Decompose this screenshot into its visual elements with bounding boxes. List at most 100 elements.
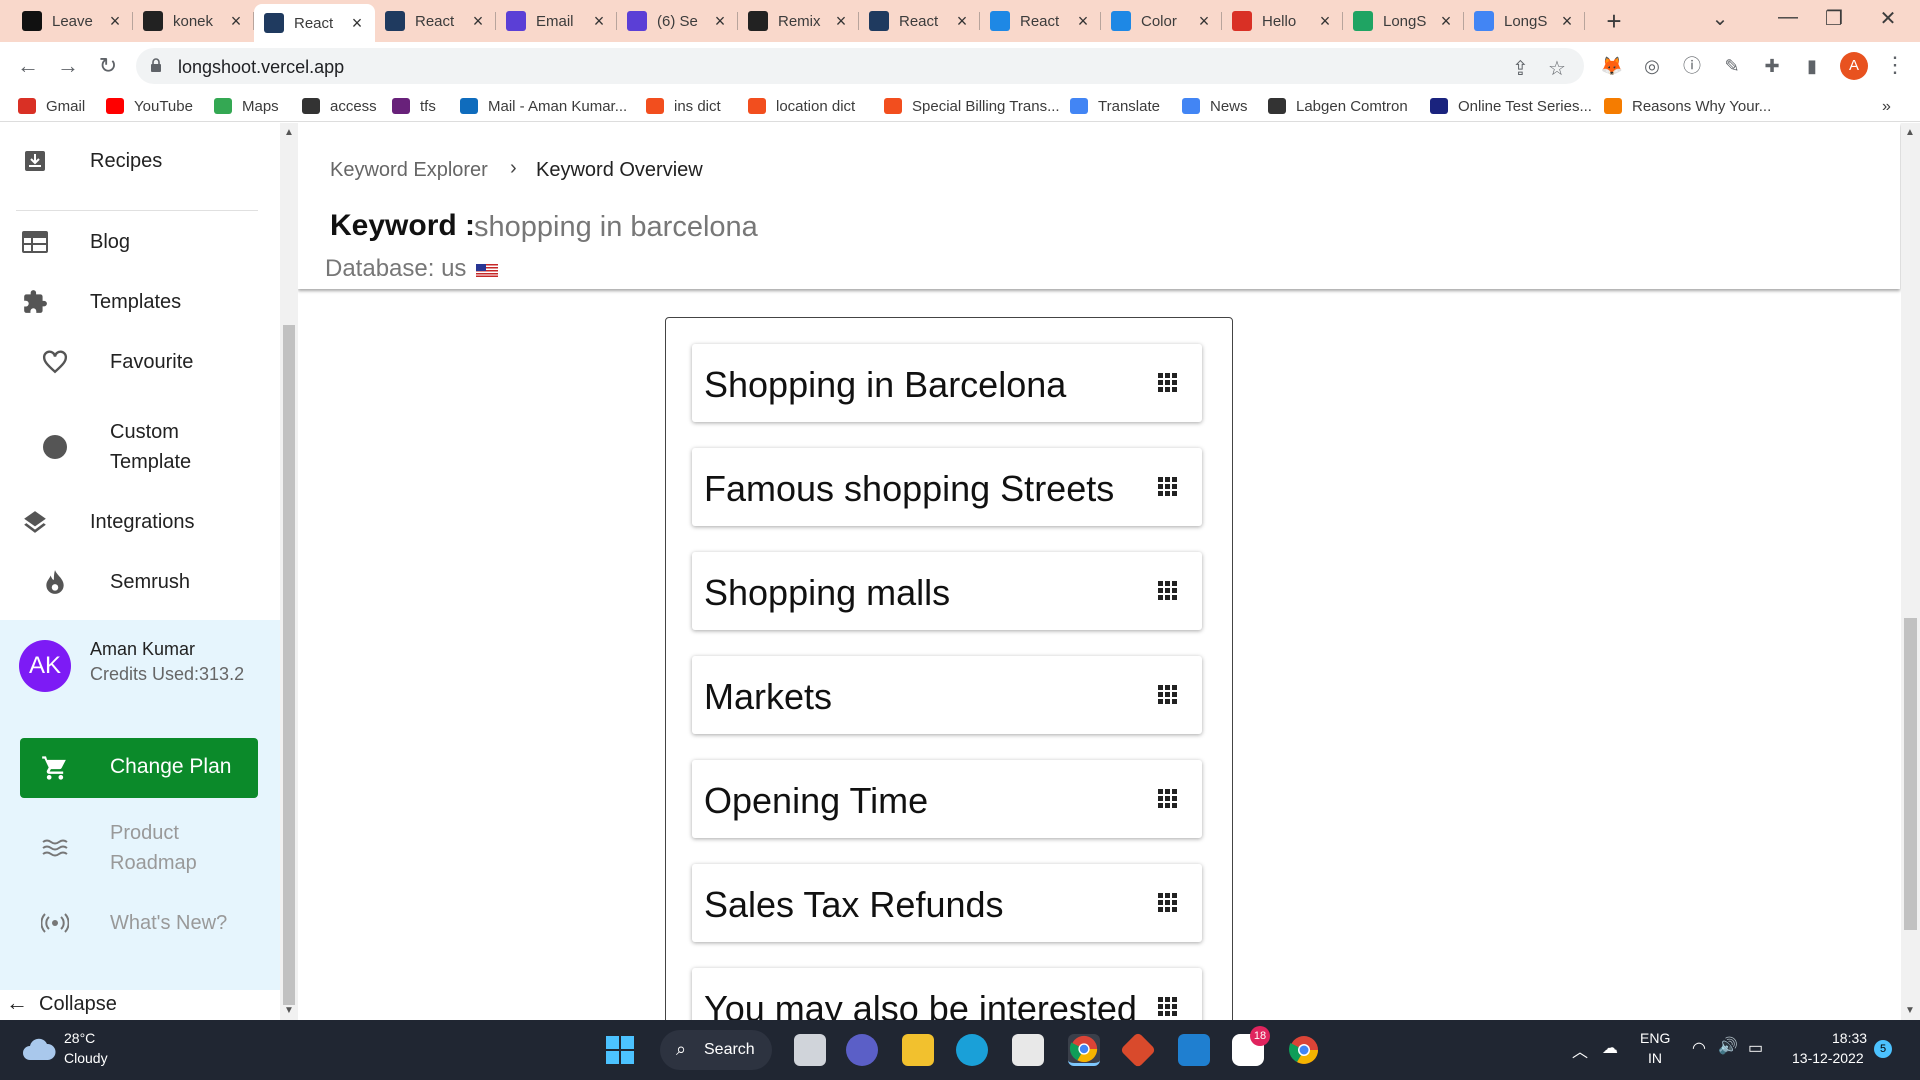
chrome-icon-active[interactable]: [1068, 1034, 1100, 1066]
close-tab-icon[interactable]: ×: [591, 11, 607, 32]
drag-handle-icon[interactable]: [1158, 685, 1178, 705]
close-tab-icon[interactable]: ×: [228, 11, 244, 32]
page-scroll-thumb[interactable]: [1904, 618, 1917, 930]
back-icon[interactable]: ←: [14, 52, 42, 80]
sidebar-item-favourite[interactable]: Favourite: [0, 347, 260, 377]
outline-card-title[interactable]: Sales Tax Refunds: [704, 884, 1004, 926]
close-tab-icon[interactable]: ×: [349, 13, 365, 34]
volume-icon[interactable]: 🔊: [1718, 1036, 1738, 1056]
scroll-up-icon[interactable]: ▲: [1905, 127, 1915, 138]
close-tab-icon[interactable]: ×: [470, 11, 486, 32]
outline-card[interactable]: Famous shopping Streets: [692, 448, 1202, 526]
sidebar-item-blog[interactable]: Blog: [0, 227, 260, 257]
bookmark-item[interactable]: Mail - Aman Kumar...: [460, 96, 627, 116]
address-bar[interactable]: longshoot.vercel.app ⇪ ☆: [136, 48, 1584, 84]
drag-handle-icon[interactable]: [1158, 477, 1178, 497]
task-view-icon[interactable]: [794, 1034, 826, 1066]
forward-icon[interactable]: →: [54, 52, 82, 80]
tab-10[interactable]: Hello ×: [1222, 4, 1343, 38]
scroll-up-icon[interactable]: ▲: [284, 127, 294, 138]
scroll-down-icon[interactable]: ▼: [1905, 1005, 1915, 1016]
bookmark-item[interactable]: ins dict: [646, 96, 721, 116]
metamask-icon[interactable]: 🦊: [1600, 54, 1624, 78]
scroll-down-icon[interactable]: ▼: [284, 1005, 294, 1016]
file-explorer-icon[interactable]: [902, 1034, 934, 1066]
slack-icon[interactable]: 18: [1232, 1026, 1270, 1066]
sidebar-item-integrations[interactable]: Integrations: [0, 507, 260, 537]
vscode-icon[interactable]: [1178, 1034, 1210, 1066]
windows-start-icon[interactable]: [604, 1034, 636, 1066]
sidebar-scroll-thumb[interactable]: [283, 325, 295, 1005]
more-bookmarks-icon[interactable]: »: [1882, 98, 1891, 116]
extension-icon[interactable]: ◎: [1640, 54, 1664, 78]
close-tab-icon[interactable]: ×: [107, 11, 123, 32]
bookmark-item[interactable]: Translate: [1070, 96, 1160, 116]
sidebar-item-semrush[interactable]: Semrush: [0, 567, 260, 597]
tab-8[interactable]: React ×: [980, 4, 1101, 38]
bookmark-item[interactable]: News: [1182, 96, 1248, 116]
bookmark-item[interactable]: Online Test Series...: [1430, 96, 1592, 116]
tab-5[interactable]: (6) Se ×: [617, 4, 738, 38]
bookmark-item[interactable]: Maps: [214, 96, 279, 116]
notification-badge[interactable]: 5: [1874, 1040, 1892, 1058]
edge-icon[interactable]: [956, 1034, 988, 1066]
language-indicator[interactable]: ENG: [1640, 1030, 1670, 1046]
sidebar-scrollbar[interactable]: ▲ ▼: [280, 123, 298, 1020]
tab-9[interactable]: Color ×: [1101, 4, 1222, 38]
page-scrollbar[interactable]: ▲ ▼: [1901, 123, 1920, 1020]
outline-card-title[interactable]: You may also be interested: [704, 988, 1137, 1020]
outline-card-title[interactable]: Opening Time: [704, 780, 928, 822]
eyedropper-icon[interactable]: ✎: [1720, 54, 1744, 78]
outline-card-title[interactable]: Markets: [704, 676, 832, 718]
close-tab-icon[interactable]: ×: [1196, 11, 1212, 32]
close-window-button[interactable]: ✕: [1868, 6, 1908, 31]
wifi-icon[interactable]: ◠: [1692, 1038, 1706, 1058]
sidebar-item-recipes[interactable]: Recipes: [0, 146, 260, 176]
sidebar-item-whats-new[interactable]: What's New?: [0, 908, 260, 938]
taskbar-search[interactable]: ⌕ Search: [660, 1030, 772, 1070]
close-tab-icon[interactable]: ×: [1438, 11, 1454, 32]
bookmark-item[interactable]: tfs: [392, 96, 436, 116]
clock-time[interactable]: 18:33: [1832, 1030, 1867, 1046]
close-tab-icon[interactable]: ×: [1317, 11, 1333, 32]
weather-description[interactable]: Cloudy: [64, 1050, 108, 1066]
tab-2[interactable]: React ×: [254, 4, 375, 42]
collapse-button[interactable]: ← Collapse: [0, 990, 280, 1020]
bookmark-item[interactable]: Reasons Why Your...: [1604, 96, 1771, 116]
bookmark-item[interactable]: YouTube: [106, 96, 193, 116]
outline-card-title[interactable]: Famous shopping Streets: [704, 468, 1114, 510]
change-plan-button[interactable]: Change Plan: [20, 738, 258, 798]
outline-card-title[interactable]: Shopping in Barcelona: [704, 364, 1066, 406]
avatar[interactable]: AK: [19, 640, 71, 692]
side-panel-icon[interactable]: ▮: [1800, 54, 1824, 78]
store-icon[interactable]: [1012, 1034, 1044, 1066]
sidebar-item-templates[interactable]: Templates: [0, 287, 260, 317]
tab-12[interactable]: LongS ×: [1464, 4, 1585, 38]
close-tab-icon[interactable]: ×: [954, 11, 970, 32]
outline-card-title[interactable]: Shopping malls: [704, 572, 950, 614]
close-tab-icon[interactable]: ×: [1075, 11, 1091, 32]
teams-icon[interactable]: [846, 1034, 878, 1066]
outline-card[interactable]: Opening Time: [692, 760, 1202, 838]
outline-card[interactable]: Shopping malls: [692, 552, 1202, 630]
drag-handle-icon[interactable]: [1158, 373, 1178, 393]
tab-6[interactable]: Remix ×: [738, 4, 859, 38]
weather-temperature[interactable]: 28°C: [64, 1030, 95, 1046]
share-icon[interactable]: ⇪: [1512, 56, 1529, 81]
sidebar-item-product-roadmap[interactable]: Product Roadmap: [0, 818, 260, 878]
bookmark-item[interactable]: Labgen Comtron: [1268, 96, 1408, 116]
drag-handle-icon[interactable]: [1158, 893, 1178, 913]
profile-avatar[interactable]: A: [1840, 52, 1868, 80]
tab-7[interactable]: React ×: [859, 4, 980, 38]
new-tab-button[interactable]: +: [1598, 6, 1630, 37]
show-hidden-icons-icon[interactable]: ︿: [1572, 1038, 1588, 1062]
bookmark-item[interactable]: access: [302, 96, 377, 116]
onedrive-icon[interactable]: ☁: [1602, 1038, 1618, 1058]
tab-3[interactable]: React ×: [375, 4, 496, 38]
menu-icon[interactable]: ⋮: [1884, 52, 1906, 78]
sidebar-item-custom-template[interactable]: Custom Template: [0, 417, 260, 477]
minimize-button[interactable]: —: [1768, 6, 1808, 29]
breadcrumb-keyword-explorer[interactable]: Keyword Explorer: [330, 159, 488, 182]
close-tab-icon[interactable]: ×: [1559, 11, 1575, 32]
tab-search-icon[interactable]: ⌄: [1700, 6, 1740, 31]
